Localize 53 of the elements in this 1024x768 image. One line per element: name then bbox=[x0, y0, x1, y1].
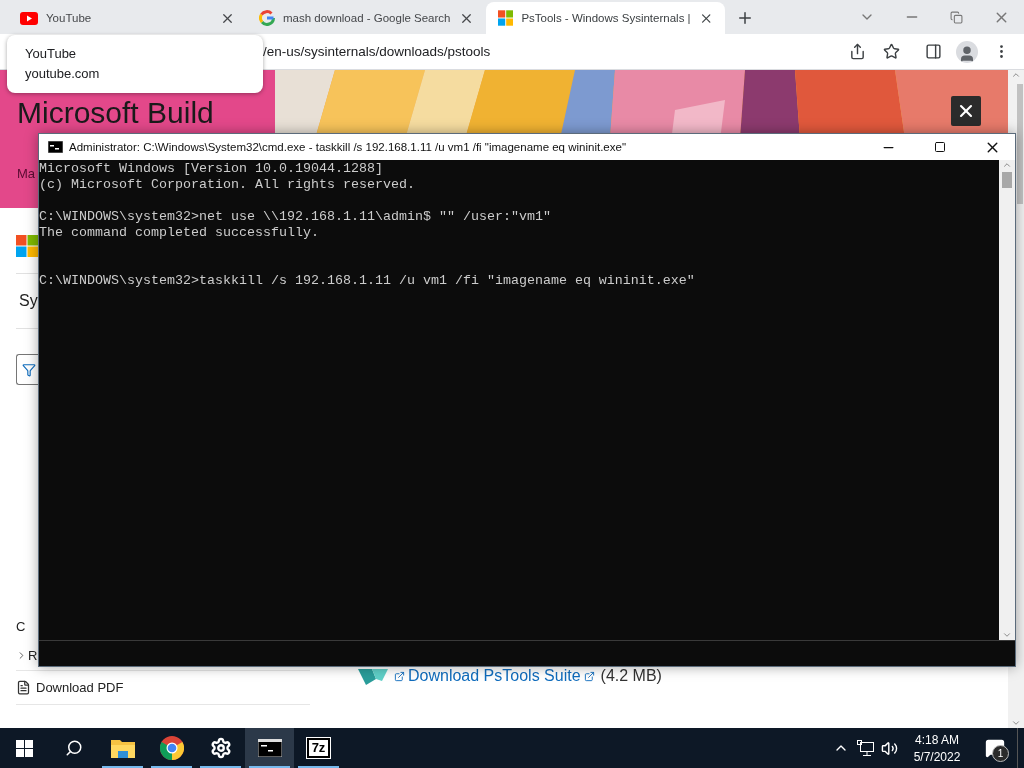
browser-icon bbox=[159, 736, 184, 760]
network-icon[interactable] bbox=[856, 740, 874, 756]
tooltip-title: YouTube bbox=[25, 46, 78, 61]
package-icon bbox=[358, 669, 388, 685]
scrollbar-thumb[interactable] bbox=[1002, 172, 1012, 188]
scrollbar[interactable] bbox=[999, 160, 1015, 640]
taskbar-app[interactable]: 7z bbox=[294, 728, 343, 768]
browser-tab[interactable]: mash download - Google Search bbox=[247, 2, 486, 34]
terminal-icon bbox=[257, 739, 282, 757]
taskbar-app[interactable] bbox=[245, 728, 294, 768]
sidebar-item[interactable]: Download PDF bbox=[36, 680, 124, 695]
console-line: Microsoft Windows [Version 10.0.19044.1288] bbox=[39, 161, 384, 177]
new-tab-icon[interactable] bbox=[736, 9, 754, 27]
console-line: C:\WINDOWS\system32>net use \\192.168.1.11\admin$ "" /user:"vm1" bbox=[39, 209, 552, 225]
sidebar-item[interactable]: R bbox=[28, 648, 38, 663]
gear-icon bbox=[209, 737, 232, 759]
browser-tab[interactable]: YouTube bbox=[8, 2, 247, 34]
file-size: (4.2 MB) bbox=[600, 667, 662, 685]
notification-button[interactable]: 1 bbox=[973, 728, 1017, 768]
sidebar-heading: Sy bbox=[19, 292, 38, 310]
tooltip-url: youtube.com bbox=[25, 66, 101, 81]
notification-count: 1 bbox=[992, 745, 1009, 762]
search-icon bbox=[64, 739, 83, 757]
maximize-icon[interactable] bbox=[934, 141, 946, 153]
share-icon[interactable] bbox=[849, 43, 867, 60]
console-line: C:\WINDOWS\system32>taskkill /s 192.168.1.11 /u vm1 /fi "imagename eq wininit.exe" bbox=[39, 273, 696, 289]
archive-logo: 7z bbox=[306, 738, 331, 758]
profile-avatar[interactable] bbox=[956, 40, 979, 63]
restore-icon[interactable] bbox=[950, 10, 963, 24]
four-squares-icon bbox=[498, 10, 514, 26]
browser-tab[interactable]: PsTools - Windows Sysinternals | bbox=[486, 2, 725, 34]
external-link-icon bbox=[394, 670, 405, 682]
scrollbar-thumb[interactable] bbox=[1017, 84, 1023, 204]
video-play-icon bbox=[20, 11, 38, 25]
filter-icon bbox=[22, 362, 36, 377]
external-link-icon bbox=[583, 670, 595, 682]
console-line: The command completed successfully. bbox=[39, 225, 320, 241]
colored-ring-icon bbox=[259, 10, 275, 26]
document-icon bbox=[16, 680, 31, 695]
four-squares-logo bbox=[16, 235, 38, 257]
speaker-icon[interactable] bbox=[880, 739, 898, 757]
star-icon[interactable] bbox=[883, 43, 901, 60]
side-panel-icon[interactable] bbox=[924, 43, 942, 60]
folder-icon bbox=[110, 738, 135, 758]
clock[interactable]: 4:18 AM 5/7/2022 bbox=[901, 728, 973, 768]
terminal-icon bbox=[48, 141, 63, 153]
banner-heading: Microsoft Build bbox=[17, 96, 214, 130]
download-link[interactable]: Download PsTools Suite bbox=[394, 667, 595, 685]
console-line: (c) Microsoft Corporation. All rights reserved. bbox=[39, 177, 416, 193]
windows-icon bbox=[16, 739, 33, 757]
sidebar-item[interactable]: C bbox=[16, 618, 26, 634]
window-title: Administrator: C:\Windows\System32\cmd.exe - taskkill /s 192.168.1.11 /u vm1 /fi "imagename eq wininit.exe" bbox=[69, 141, 627, 153]
banner-text: Ma bbox=[17, 166, 36, 181]
